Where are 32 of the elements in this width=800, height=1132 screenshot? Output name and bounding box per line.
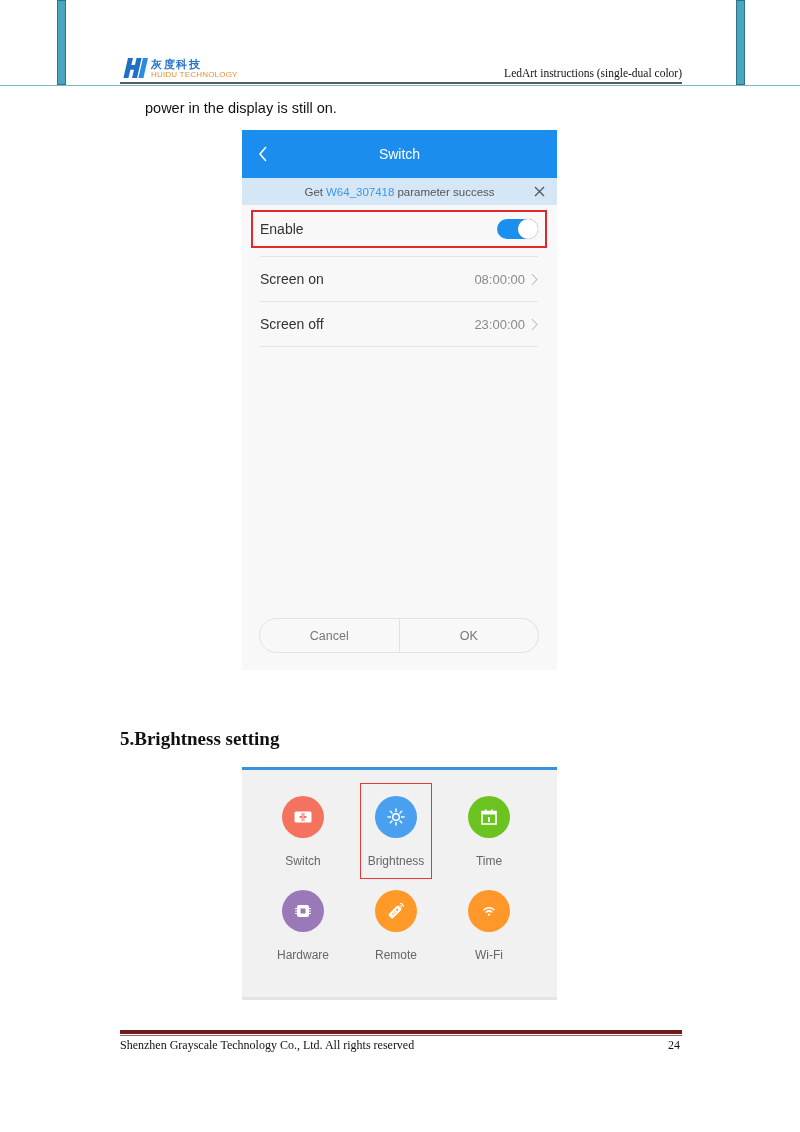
setting-label: Screen off: [260, 316, 325, 332]
screen-title: Switch: [378, 146, 421, 162]
ok-button[interactable]: OK: [399, 618, 539, 653]
logo-icon: [122, 58, 148, 78]
chevron-icon: [531, 272, 538, 286]
notification-text: parameter success: [397, 185, 495, 198]
menu-item[interactable]: Hardware: [267, 877, 339, 971]
section-heading: 5.Brightness setting: [120, 727, 281, 751]
body-text: power in the display is still on.: [145, 99, 338, 117]
list-row[interactable]: Screen on 08:00:00: [260, 257, 538, 301]
copyright-text: Shenzhen Grayscale Technology Co., Ltd. All rights reserved: [120, 1038, 415, 1053]
page-number: 24: [668, 1038, 680, 1053]
setting-label: Screen on: [260, 271, 325, 287]
toggle-switch[interactable]: [497, 219, 538, 239]
back-icon[interactable]: [258, 146, 268, 162]
time-value[interactable]: 08:00:00: [474, 271, 525, 287]
time-value[interactable]: 23:00:00: [474, 316, 525, 332]
menu-item[interactable]: Switch: [267, 783, 339, 877]
menu-item[interactable]: Remote: [360, 877, 432, 971]
menu-item[interactable]: Wi-Fi: [453, 877, 525, 971]
device-name: W64_307418: [326, 185, 395, 198]
document-title: LedArt instructions (single-dual color): [504, 66, 682, 80]
list-row[interactable]: Screen off 23:00:00: [260, 302, 538, 346]
menu-item[interactable]: Time: [453, 783, 525, 877]
company-tagline: HUIDU TECHNOLOGY: [151, 70, 238, 79]
setting-label: Enable: [260, 221, 305, 237]
notification-text: Get: [304, 185, 323, 198]
menu-item[interactable]: Brightness: [360, 783, 432, 879]
close-icon[interactable]: [534, 186, 545, 197]
chevron-icon: [531, 317, 538, 331]
company-name: 灰度科技: [151, 58, 202, 70]
cancel-button[interactable]: Cancel: [259, 618, 400, 653]
